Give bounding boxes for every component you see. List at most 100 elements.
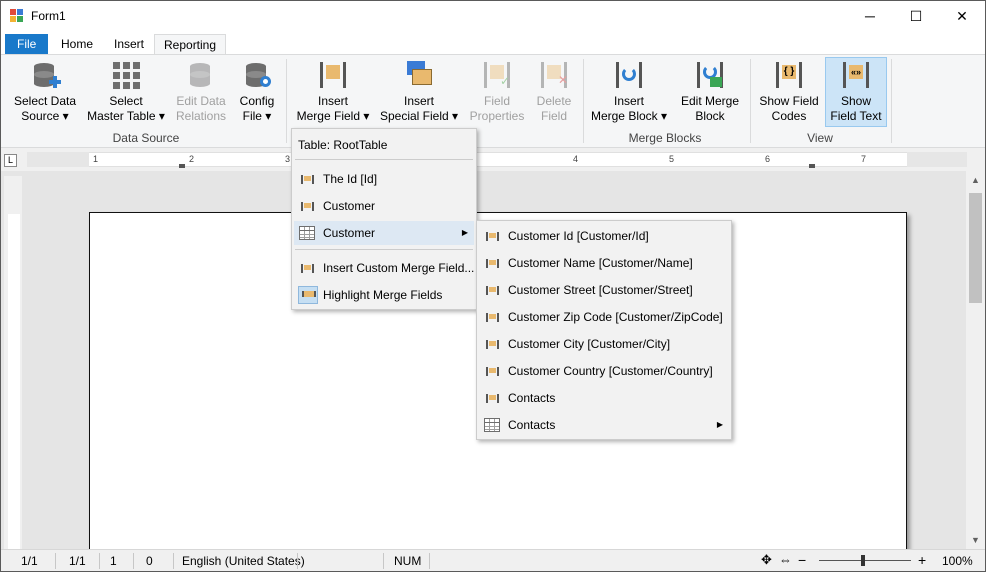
menu-separator — [295, 159, 473, 160]
database-relations-icon — [185, 59, 217, 91]
merge-field-icon — [301, 202, 314, 211]
horizontal-ruler[interactable]: 1 2 3 4 5 6 7 — [89, 152, 907, 168]
ruler-number: 4 — [573, 154, 579, 164]
status-page: 1/1 — [21, 554, 38, 568]
table-icon — [484, 418, 500, 432]
show-field-codes-label-2: Codes — [771, 109, 807, 123]
menu-item-customer-street[interactable]: Customer Street [Customer/Street] — [479, 278, 729, 302]
merge-field-icon — [301, 175, 314, 184]
insert-merge-field-button[interactable]: Insert Merge Field ▾ — [293, 59, 373, 127]
scroll-down-icon[interactable]: ▼ — [966, 531, 985, 549]
show-field-text-label-2: Field Text — [830, 109, 882, 123]
tab-file[interactable]: File — [5, 34, 49, 54]
menu-separator — [295, 249, 473, 250]
menu-item-customer-id[interactable]: Customer Id [Customer/Id] — [479, 224, 729, 248]
merge-field-icon — [317, 59, 349, 91]
ruler-number: 5 — [669, 154, 675, 164]
edit-data-relations-label-2: Relations — [175, 109, 227, 123]
menu-item-label: Contacts — [508, 391, 556, 405]
field-codes-icon: { } — [773, 59, 805, 91]
edit-merge-block-label-1: Edit Merge — [680, 94, 740, 108]
grid-icon — [110, 59, 142, 91]
menu-item-label: Customer — [323, 226, 376, 240]
ruler-number: 7 — [861, 154, 867, 164]
app-icon — [10, 9, 24, 23]
highlight-icon — [298, 286, 318, 304]
zoom-out-button[interactable]: − — [798, 552, 806, 568]
zoom-slider-thumb[interactable] — [861, 555, 865, 566]
customer-submenu: Customer Id [Customer/Id] Customer Name … — [476, 220, 732, 440]
show-field-text-button[interactable]: «» Show Field Text — [825, 57, 887, 127]
zoom-level: 100% — [942, 554, 973, 568]
tab-insert[interactable]: Insert — [105, 34, 153, 55]
ruler-number: 6 — [765, 154, 771, 164]
tab-stop-selector[interactable]: L — [4, 154, 17, 167]
maximize-button[interactable]: ☐ — [893, 1, 939, 31]
menu-item-customer-table[interactable]: Customer ▶ — [294, 221, 474, 245]
menu-item-the-id[interactable]: The Id [Id] — [294, 167, 474, 191]
show-field-codes-label-1: Show Field — [759, 94, 819, 108]
menu-item-insert-custom-merge-field[interactable]: Insert Custom Merge Field... — [294, 256, 474, 280]
zoom-in-button[interactable]: + — [918, 552, 926, 568]
fit-page-icon[interactable]: ✥ — [761, 552, 772, 568]
edit-data-relations-label-1: Edit Data — [176, 94, 226, 108]
edit-merge-block-label-2: Block — [695, 109, 725, 123]
minimize-button[interactable]: ─ — [847, 1, 893, 31]
menu-item-contacts[interactable]: Contacts — [479, 386, 729, 410]
tab-reporting[interactable]: Reporting — [154, 34, 227, 55]
select-data-source-button[interactable]: Select Data Source ▾ — [9, 59, 81, 127]
insert-merge-block-button[interactable]: Insert Merge Block ▾ — [589, 59, 669, 127]
insert-special-field-button[interactable]: Insert Special Field ▾ — [377, 59, 461, 127]
field-properties-label-1: Field — [483, 94, 510, 108]
show-field-codes-button[interactable]: { } Show Field Codes — [755, 59, 823, 127]
menu-item-label: Customer Street [Customer/Street] — [508, 283, 693, 297]
scroll-up-icon[interactable]: ▲ — [966, 171, 985, 189]
database-add-icon — [29, 59, 61, 91]
field-properties-button[interactable]: ✓ Field Properties — [465, 59, 529, 127]
close-button[interactable]: ✕ — [939, 1, 985, 31]
select-data-source-label-1: Select Data — [13, 94, 77, 108]
right-indent-marker[interactable] — [809, 164, 815, 168]
menu-item-customer[interactable]: Customer — [294, 194, 474, 218]
ruler-number: 3 — [285, 154, 291, 164]
vertical-ruler[interactable] — [4, 176, 22, 554]
menu-item-customer-name[interactable]: Customer Name [Customer/Name] — [479, 251, 729, 275]
menu-item-label: Customer — [323, 199, 376, 213]
merge-field-icon — [486, 340, 499, 349]
group-label-data-source: Data Source — [112, 131, 180, 145]
zoom-slider[interactable] — [819, 560, 911, 561]
table-icon — [299, 226, 315, 240]
scrollbar-thumb[interactable] — [969, 193, 982, 303]
group-label-merge-blocks: Merge Blocks — [628, 131, 702, 145]
select-master-table-label-2: Master Table ▾ — [87, 109, 165, 123]
vertical-scrollbar[interactable]: ▲ ▼ — [966, 171, 985, 549]
merge-field-icon — [486, 286, 499, 295]
menu-item-highlight-merge-fields[interactable]: Highlight Merge Fields — [294, 283, 474, 307]
delete-field-label-1: Delete — [536, 94, 572, 108]
group-separator — [286, 59, 287, 143]
status-line: 1 — [110, 554, 117, 568]
show-field-text-label-1: Show — [840, 94, 872, 108]
config-file-button[interactable]: Config File ▾ — [235, 59, 279, 127]
menu-item-contacts-table[interactable]: Contacts ▶ — [479, 413, 729, 437]
tab-home[interactable]: Home — [52, 34, 102, 55]
menu-item-label: Customer Id [Customer/Id] — [508, 229, 649, 243]
group-separator — [750, 59, 751, 143]
menu-item-label: Customer Country [Customer/Country] — [508, 364, 713, 378]
delete-field-label-2: Field — [540, 109, 567, 123]
select-master-table-button[interactable]: Select Master Table ▾ — [85, 59, 167, 127]
submenu-arrow-icon: ▶ — [716, 420, 723, 429]
menu-item-customer-city[interactable]: Customer City [Customer/City] — [479, 332, 729, 356]
insert-merge-block-label-1: Insert — [613, 94, 644, 108]
left-indent-marker[interactable] — [179, 164, 185, 168]
merge-field-icon — [486, 394, 499, 403]
ruler-margin-right — [907, 152, 967, 167]
edit-merge-block-button[interactable]: Edit Merge Block — [675, 59, 745, 127]
fit-width-icon[interactable]: ⇔ — [779, 552, 792, 567]
ruler-number: 1 — [93, 154, 99, 164]
menu-item-customer-zip-code[interactable]: Customer Zip Code [Customer/ZipCode] — [479, 305, 729, 329]
delete-field-button[interactable]: ✕ Delete Field — [531, 59, 577, 127]
menu-item-customer-country[interactable]: Customer Country [Customer/Country] — [479, 359, 729, 383]
edit-data-relations-button[interactable]: Edit Data Relations — [171, 59, 231, 127]
insert-merge-block-label-2: Merge Block ▾ — [590, 109, 668, 123]
